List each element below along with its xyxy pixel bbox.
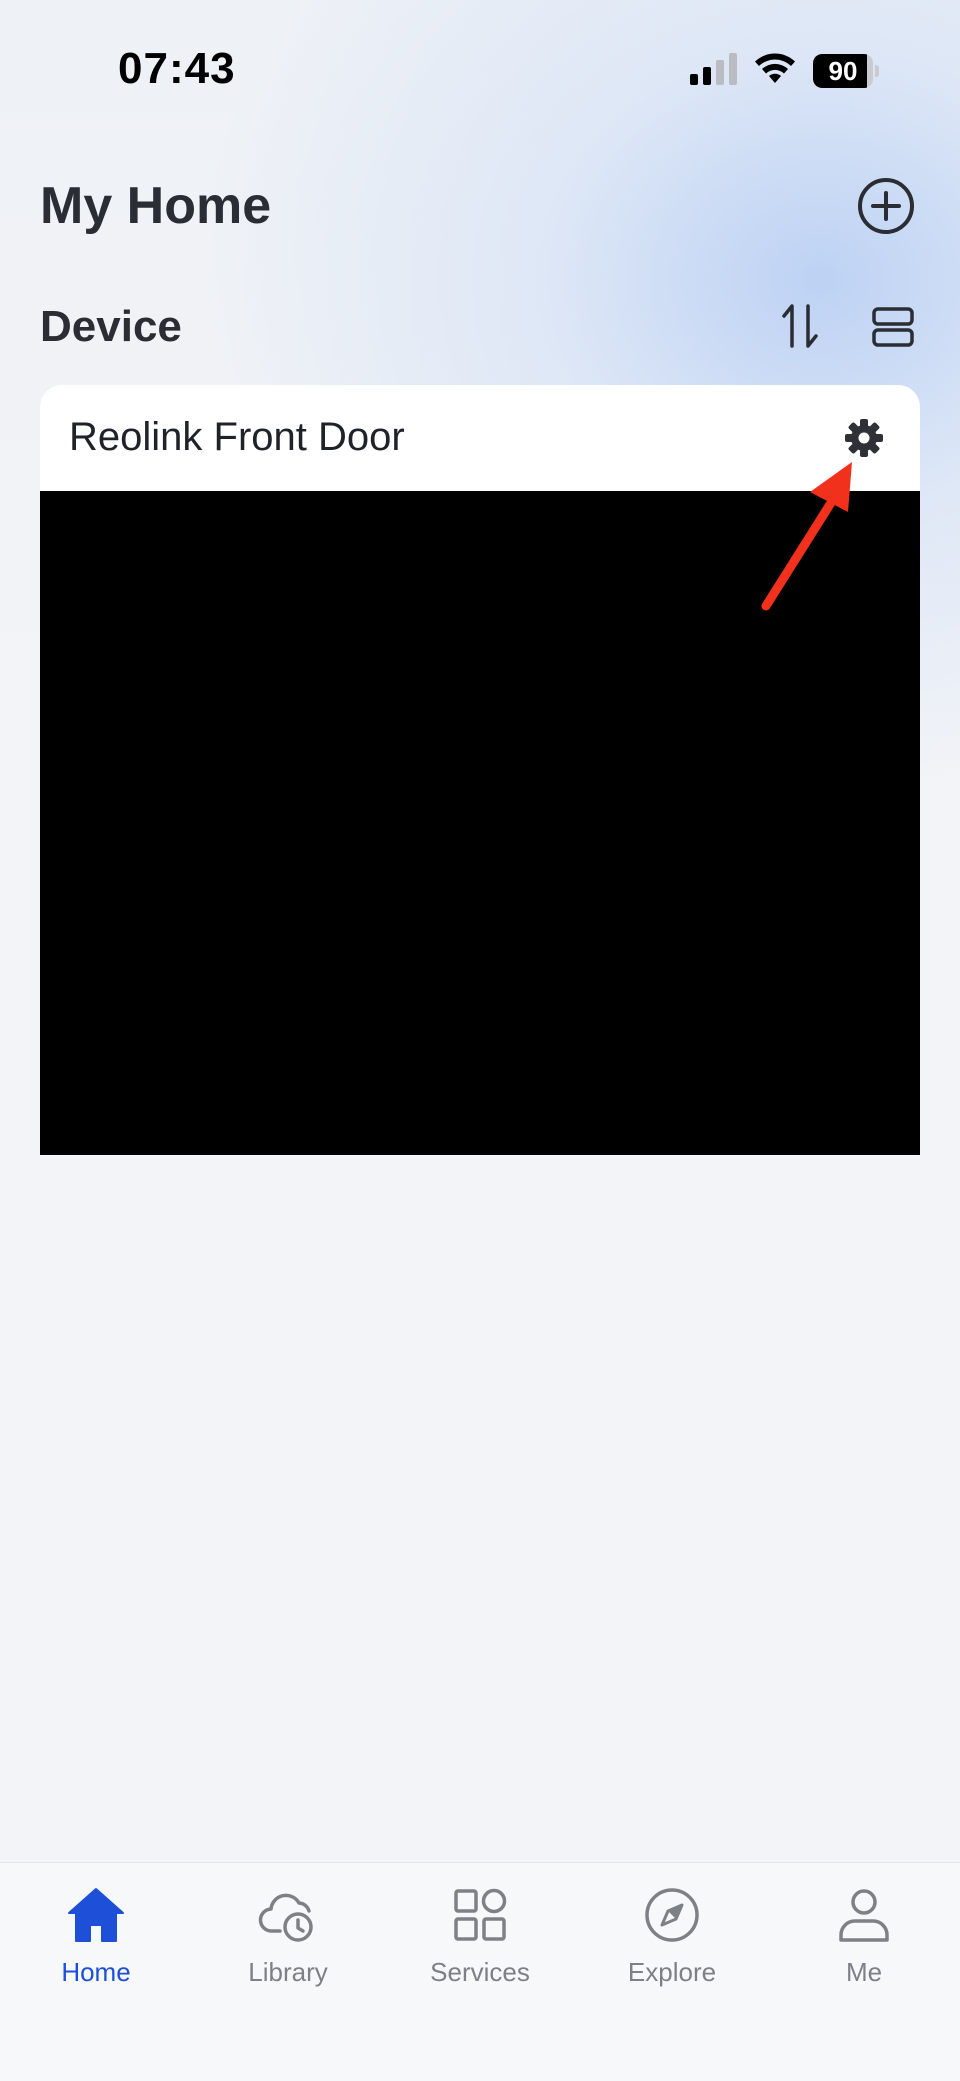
- cloud-clock-icon: [258, 1893, 313, 1942]
- tab-library[interactable]: Library: [192, 1863, 384, 2003]
- grid-icon: [454, 1888, 507, 1941]
- annotation-arrow: [761, 462, 852, 611]
- plus-circle-icon[interactable]: [856, 176, 916, 236]
- tab-label: Home: [61, 1957, 131, 1987]
- status-bar: 07:43 90: [0, 0, 960, 140]
- wifi-icon: [755, 53, 795, 83]
- compass-icon: [645, 1888, 699, 1942]
- tab-me[interactable]: Me: [768, 1863, 960, 2003]
- person-icon: [839, 1889, 889, 1942]
- tab-label: Library: [248, 1957, 328, 1987]
- home-icon: [68, 1888, 124, 1942]
- battery-indicator: 90: [813, 54, 879, 88]
- tab-label: Explore: [627, 1957, 717, 1987]
- cellular-signal-icon: [690, 53, 737, 85]
- device-name: Reolink Front Door: [69, 415, 405, 459]
- tab-explore[interactable]: Explore: [576, 1863, 768, 2003]
- section-title-device: Device: [40, 302, 182, 351]
- status-time: 07:43: [118, 44, 236, 93]
- battery-level: 90: [828, 56, 858, 86]
- sort-arrows-icon[interactable]: [780, 302, 820, 350]
- page-title: My Home: [40, 177, 272, 235]
- tab-bar: Home Library Services Explore Me: [0, 1862, 960, 2081]
- tab-home[interactable]: Home: [0, 1863, 192, 2003]
- tab-label: Me: [845, 1957, 883, 1987]
- battery-body: 90: [813, 54, 873, 88]
- tab-label: Services: [430, 1957, 530, 1987]
- tab-services[interactable]: Services: [384, 1863, 576, 2003]
- list-layout-icon[interactable]: [872, 306, 914, 348]
- battery-tip: [875, 65, 879, 77]
